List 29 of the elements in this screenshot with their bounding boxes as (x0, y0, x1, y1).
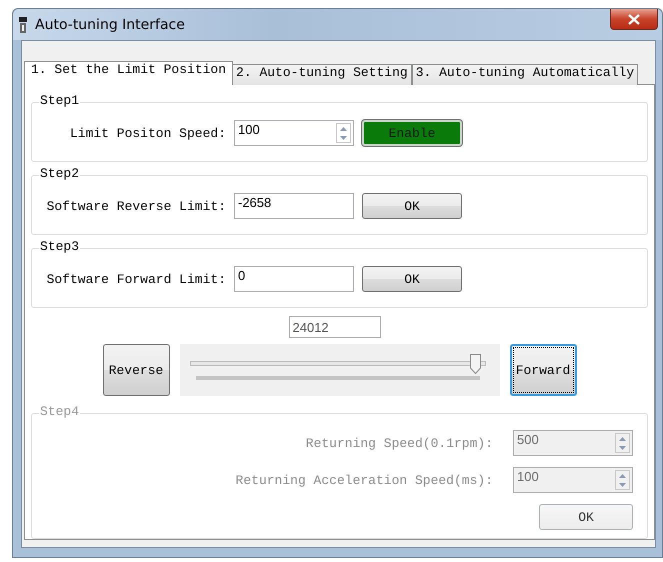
reverse-button[interactable]: Reverse (102, 344, 170, 396)
app-icon (19, 16, 27, 32)
forward-button[interactable]: Forward (510, 344, 576, 396)
field-label: Software Reverse Limit: (46, 198, 226, 214)
action-button[interactable]: OK (362, 193, 462, 219)
field-label: Returning Speed(0.1rpm): (306, 436, 493, 450)
window-title: Auto-tuning Interface (35, 16, 186, 32)
tab[interactable]: 2. Auto-tuning Setting (232, 64, 412, 85)
action-button[interactable]: OK (362, 266, 462, 292)
input-field[interactable]: -2658 (234, 193, 354, 219)
tab[interactable]: 3. Auto-tuning Automatically (412, 64, 638, 85)
field-label: Software Forward Limit: (46, 272, 226, 286)
spin-down-icon[interactable] (616, 443, 629, 452)
group-title: Step3 (39, 239, 80, 255)
group-title: Step1 (39, 93, 80, 109)
group-title: Step2 (39, 166, 80, 182)
spin-down-icon[interactable] (337, 133, 350, 142)
field-label: Returning Acceleration Speed(ms): (236, 472, 493, 488)
group-title: Step4 (39, 404, 80, 420)
field-label: Limit Positon Speed: (70, 126, 226, 140)
spin-box[interactable]: 100 (234, 120, 354, 146)
input-field[interactable]: 0 (234, 266, 354, 292)
close-button[interactable] (610, 9, 658, 30)
jog-slider[interactable] (180, 344, 500, 396)
tab[interactable]: 1. Set the Limit Position (24, 61, 234, 85)
slider-thumb[interactable] (470, 354, 481, 374)
position-field[interactable]: 24012 (288, 316, 380, 338)
close-icon (628, 14, 640, 24)
spin-down-icon[interactable] (616, 480, 629, 489)
